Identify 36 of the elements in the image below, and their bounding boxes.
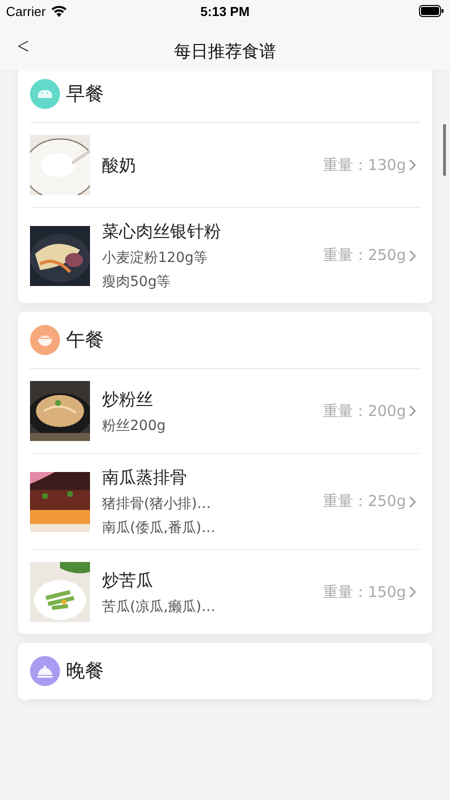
chevron-icon	[409, 250, 416, 262]
chevron-icon	[409, 405, 416, 417]
dish-name: 炒苦瓜	[102, 570, 154, 592]
dish-name: 炒粉丝	[102, 388, 154, 410]
chevron-icon	[409, 496, 416, 508]
wifi-icon	[50, 5, 67, 17]
meal-title: 早餐	[66, 82, 104, 107]
food-row[interactable]: 南瓜蒸排骨 猪排骨(猪小排)… 南瓜(倭瓜,番瓜)… 重量：250g	[30, 454, 420, 550]
dish-name: 酸奶	[102, 154, 137, 176]
scroll-bar	[443, 124, 446, 176]
ingredient-text: 猪排骨(猪小排)…	[102, 495, 212, 513]
page-title: 每日推荐食谱	[174, 42, 276, 62]
food-row[interactable]: 酸奶 重量：130g	[30, 123, 420, 208]
weight-label: 重量：130g	[322, 156, 406, 174]
meal-title: 晚餐	[66, 659, 104, 684]
time-label: 5:13 PM	[200, 4, 250, 18]
ingredient-text: 南瓜(倭瓜,番瓜)…	[102, 519, 216, 537]
battery-icon	[419, 5, 444, 17]
food-row[interactable]: 炒粉丝 粉丝200g 重量：200g	[30, 369, 420, 454]
ingredient-text: 瘦肉50g等	[102, 273, 172, 291]
meal-title: 午餐	[66, 328, 104, 353]
carrier-label: Carrier	[6, 4, 46, 18]
ingredient-text: 粉丝200g	[102, 416, 167, 434]
dish-name: 南瓜蒸排骨	[102, 467, 188, 489]
food-row[interactable]: 菜心肉丝银针粉 小麦淀粉120g等 瘦肉50g等 重量：250g	[30, 208, 420, 303]
dish-name: 菜心肉丝银针粉	[102, 221, 222, 243]
chevron-icon	[409, 586, 416, 598]
back-button[interactable]: <	[8, 34, 38, 58]
weight-label: 重量：250g	[322, 246, 406, 265]
ingredient-text: 苦瓜(凉瓜,癞瓜)…	[102, 598, 216, 616]
weight-label: 重量：250g	[322, 492, 406, 511]
weight-label: 重量：200g	[322, 402, 406, 420]
chevron-icon	[409, 159, 416, 171]
ingredient-text: 小麦淀粉120g等	[102, 249, 209, 267]
food-row[interactable]: 炒苦瓜 苦瓜(凉瓜,癞瓜)… 重量：150g	[30, 550, 420, 634]
weight-label: 重量：150g	[322, 582, 406, 602]
